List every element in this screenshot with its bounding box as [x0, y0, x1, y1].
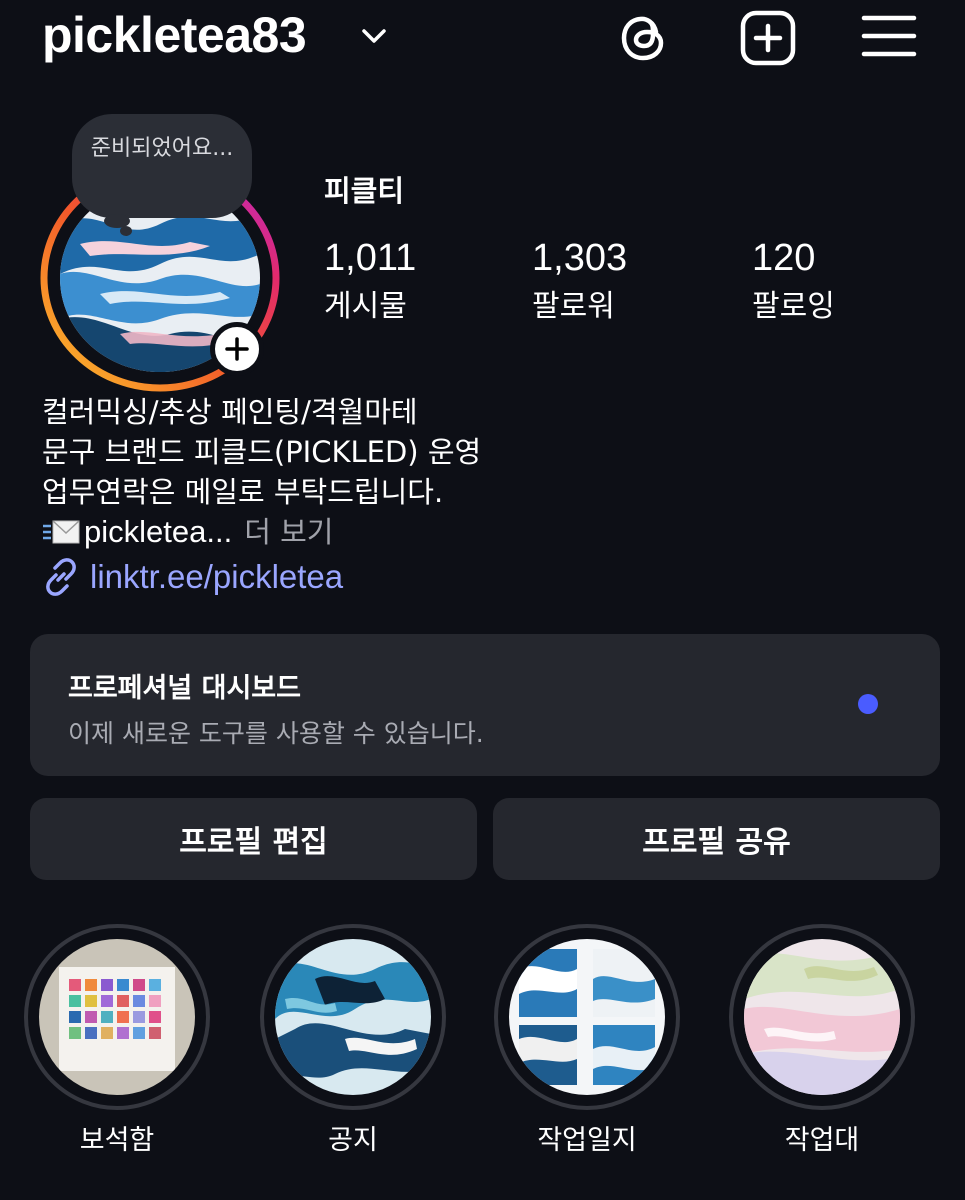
- edit-profile-button[interactable]: 프로필 편집: [30, 798, 477, 880]
- chevron-down-icon[interactable]: [356, 18, 392, 54]
- hamburger-menu-icon[interactable]: [858, 8, 918, 68]
- note-bubble[interactable]: 준비되었어요...: [72, 114, 252, 218]
- highlight-thumbnail: [509, 939, 665, 1095]
- highlight-label: 작업일지: [537, 1125, 637, 1156]
- bio-line: 업무연락은 메일로 부탁드립니다.: [42, 475, 444, 509]
- following-count: 120: [752, 237, 816, 279]
- share-profile-button[interactable]: 프로필 공유: [493, 798, 940, 880]
- following-label: 팔로잉: [752, 289, 835, 324]
- note-text: 준비되었어요...: [90, 136, 234, 161]
- followers-count: 1,303: [532, 237, 628, 279]
- link-icon: [46, 558, 76, 596]
- bio-line: 문구 브랜드 피클드(PICKLED) 운영: [42, 435, 482, 469]
- followers-stat[interactable]: 1,303 팔로워: [532, 236, 627, 330]
- story-highlight[interactable]: 공지: [260, 924, 450, 1164]
- posts-count: 1,011: [324, 237, 417, 279]
- followers-label: 팔로워: [532, 289, 615, 324]
- bio-more-link[interactable]: 더 보기: [244, 512, 333, 552]
- display-name: 피클티: [324, 174, 405, 208]
- bio-email-line: pickletea... 더 보기: [42, 512, 942, 552]
- profile-header: pickletea83: [0, 0, 965, 80]
- threads-icon[interactable]: [614, 8, 674, 68]
- story-highlight[interactable]: 작업일지: [494, 924, 684, 1164]
- plus-square-icon[interactable]: [738, 8, 798, 68]
- note-tail-small: [120, 226, 132, 236]
- notification-dot: [858, 694, 878, 714]
- dashboard-subtitle: 이제 새로운 도구를 사용할 수 있습니다.: [68, 719, 484, 748]
- story-highlight[interactable]: 보석함: [24, 924, 214, 1164]
- username[interactable]: pickletea83: [42, 4, 307, 66]
- link-text: linktr.ee/pickletea: [90, 558, 344, 595]
- plus-icon: [225, 337, 249, 361]
- highlight-thumbnail: [744, 939, 900, 1095]
- dashboard-title: 프로페셔널 대시보드: [68, 673, 301, 704]
- professional-dashboard-card[interactable]: 프로페셔널 대시보드 이제 새로운 도구를 사용할 수 있습니다.: [30, 634, 940, 776]
- bio-line: 컬러믹싱/추상 페인팅/격월마테: [42, 395, 418, 429]
- highlight-label: 공지: [328, 1125, 378, 1156]
- profile-link[interactable]: linktr.ee/pickletea: [42, 558, 343, 596]
- incoming-envelope-icon: [43, 520, 80, 544]
- highlight-label: 보석함: [79, 1125, 155, 1156]
- highlight-thumbnail: [275, 939, 431, 1095]
- posts-label: 게시물: [324, 289, 407, 324]
- add-story-button[interactable]: [210, 322, 264, 376]
- bio-email: pickletea...: [84, 514, 233, 549]
- bio: 컬러믹싱/추상 페인팅/격월마테 문구 브랜드 피클드(PICKLED) 운영 …: [42, 392, 942, 552]
- highlight-label: 작업대: [784, 1125, 860, 1156]
- following-stat[interactable]: 120 팔로잉: [752, 236, 835, 330]
- highlight-thumbnail: [39, 939, 195, 1095]
- posts-stat[interactable]: 1,011 게시물: [324, 236, 416, 330]
- story-highlight[interactable]: 작업대: [729, 924, 919, 1164]
